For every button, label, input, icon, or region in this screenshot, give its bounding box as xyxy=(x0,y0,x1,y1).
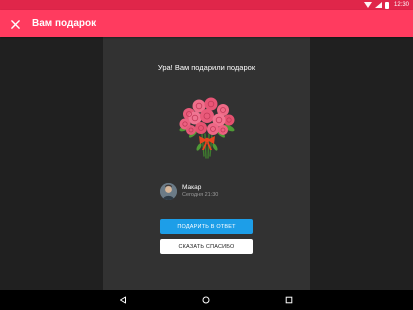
status-bar: 12:30 xyxy=(0,0,413,10)
recents-button[interactable] xyxy=(279,290,299,310)
gift-card: Ура! Вам подарили подарок Макар Сегодня … xyxy=(103,37,310,290)
avatar[interactable] xyxy=(160,182,177,200)
back-icon xyxy=(120,296,126,304)
reply-gift-button[interactable]: ПОДАРИТЬ В ОТВЕТ xyxy=(160,219,253,234)
status-time: 12:30 xyxy=(393,2,409,8)
back-button[interactable] xyxy=(113,290,133,310)
sender-time: Сегодня 21:30 xyxy=(182,191,219,198)
status-icons: 12:30 xyxy=(363,0,409,10)
sender-name: Макар xyxy=(182,183,202,191)
gift-sender[interactable]: Макар Сегодня 21:30 xyxy=(160,182,218,200)
close-button[interactable] xyxy=(6,15,24,33)
gift-headline: Ура! Вам подарили подарок xyxy=(157,63,256,72)
battery-icon xyxy=(384,1,389,9)
sender-info: Макар Сегодня 21:30 xyxy=(182,184,218,199)
signal-icon xyxy=(374,2,382,8)
wifi-icon xyxy=(363,2,372,8)
home-button[interactable] xyxy=(196,290,216,310)
avatar-image xyxy=(160,182,177,200)
close-icon xyxy=(10,19,20,29)
rose-bouquet-image xyxy=(179,97,235,159)
home-icon xyxy=(202,296,210,304)
say-thanks-button[interactable]: СКАЗАТЬ СПАСИБО xyxy=(160,239,253,254)
screen: 12:30 Вам подарок Ура! Вам подарили пода… xyxy=(0,0,413,310)
recents-icon xyxy=(285,296,293,304)
page-title: Вам подарок xyxy=(32,18,97,29)
app-bar: Вам подарок xyxy=(0,10,413,37)
